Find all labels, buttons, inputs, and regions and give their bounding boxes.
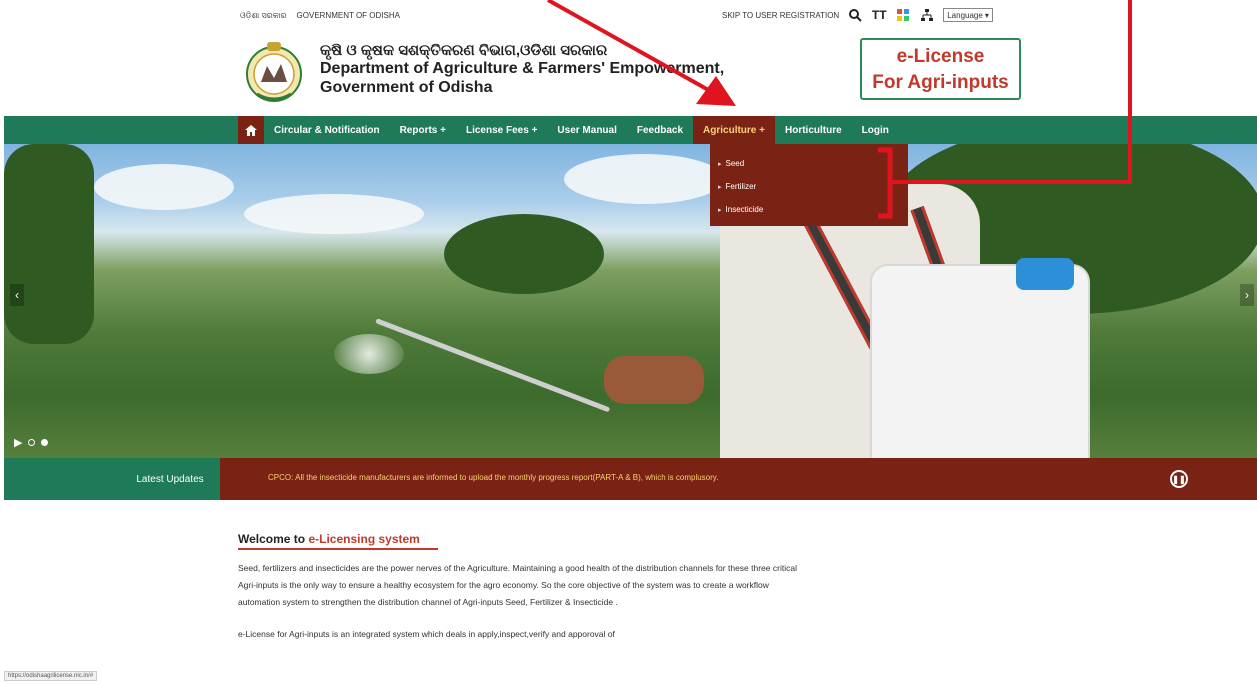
hero-slider: ‹ › xyxy=(4,144,1257,458)
chevron-right-icon[interactable]: › xyxy=(1240,284,1254,306)
home-icon[interactable] xyxy=(238,116,264,144)
welcome-section: Welcome to e-Licensing system Seed, fert… xyxy=(238,532,798,643)
department-title: କୃଷି ଓ କୃଷକ ସଶକ୍ତିକରଣ ବିଭାଗ,ଓଡିଶା ସରକାର … xyxy=(320,42,724,97)
chevron-left-icon[interactable]: ‹ xyxy=(10,284,24,306)
skip-to-registration-link[interactable]: SKIP TO USER REGISTRATION xyxy=(722,11,839,20)
nav-item-horticulture[interactable]: Horticulture xyxy=(775,116,852,144)
language-select[interactable]: Language ▾ xyxy=(943,8,993,22)
odia-government-link[interactable]: ଓଡ଼ିଶା ସରକାର xyxy=(240,11,287,21)
updates-ticker: CPCO: All the insecticide manufacturers … xyxy=(220,458,1257,500)
language-select-label: Language xyxy=(947,10,983,20)
nav-item-login[interactable]: Login xyxy=(852,116,899,144)
play-icon[interactable]: ▶ xyxy=(14,436,22,449)
site-header: କୃଷି ଓ କୃଷକ ସଶକ୍ତିକରଣ ବିଭାଗ,ଓଡିଶା ସରକାର … xyxy=(0,34,1257,116)
status-bar-url: https://odishaagrilicense.nic.in/# xyxy=(4,671,98,681)
main-navigation: Circular & Notification Reports + Licens… xyxy=(4,116,1257,144)
pause-icon[interactable]: ❚❚ xyxy=(1170,470,1188,488)
odisha-emblem-logo xyxy=(243,38,305,106)
nav-item-reports[interactable]: Reports + xyxy=(390,116,456,144)
bullet-icon: ▸ xyxy=(718,183,722,191)
hero-spray xyxy=(334,334,404,374)
nav-item-license-fees[interactable]: License Fees + xyxy=(456,116,547,144)
ticker-text[interactable]: CPCO: All the insecticide manufacturers … xyxy=(268,473,718,482)
elicense-logo-line1: e-License xyxy=(896,46,985,67)
welcome-paragraph-2: e-License for Agri-inputs is an integrat… xyxy=(238,629,615,639)
hero-sprayer-tank xyxy=(870,264,1090,458)
nav-item-user-manual[interactable]: User Manual xyxy=(547,116,626,144)
top-left-links: ଓଡ଼ିଶା ସରକାର GOVERNMENT OF ODISHA xyxy=(240,11,400,21)
hero-hand xyxy=(604,356,704,404)
welcome-heading-prefix: Welcome to xyxy=(238,532,306,546)
sitemap-icon[interactable] xyxy=(919,7,935,23)
bullet-icon: ▸ xyxy=(718,160,722,168)
hero-sprayer-cap xyxy=(1016,258,1074,290)
top-utility-bar: ଓଡ଼ିଶା ସରକାର GOVERNMENT OF ODISHA SKIP T… xyxy=(0,0,1257,34)
search-icon[interactable] xyxy=(847,7,863,23)
slider-controls: ▶ xyxy=(14,436,49,449)
hero-spray-wand xyxy=(375,318,611,413)
text-size-icon[interactable]: TT xyxy=(871,7,887,23)
welcome-paragraph-1: Seed, fertilizers and insecticides are t… xyxy=(238,563,797,607)
elicense-logo-line2: For Agri-inputs xyxy=(872,72,1009,93)
hero-tree xyxy=(444,214,604,294)
nav-item-circular-notification[interactable]: Circular & Notification xyxy=(264,116,390,144)
department-title-english-line2: Government of Odisha xyxy=(320,79,493,96)
hero-cloud xyxy=(244,194,424,234)
dropdown-item-insecticide[interactable]: ▸ Insecticide xyxy=(710,198,908,221)
color-contrast-icon[interactable] xyxy=(895,7,911,23)
dropdown-item-label: Seed xyxy=(725,159,745,168)
dropdown-item-fertilizer[interactable]: ▸ Fertilizer xyxy=(710,175,908,198)
elicense-logo: e-License For Agri-inputs xyxy=(860,38,1021,100)
department-title-odia: କୃଷି ଓ କୃଷକ ସଶକ୍ତିକରଣ ବିଭାଗ,ଓଡିଶା ସରକାର xyxy=(320,42,608,59)
government-of-odisha-link[interactable]: GOVERNMENT OF ODISHA xyxy=(297,11,400,21)
slide-dot[interactable] xyxy=(28,439,36,446)
dropdown-item-label: Insecticide xyxy=(725,205,764,214)
chevron-down-icon: ▾ xyxy=(984,10,989,20)
welcome-heading: Welcome to e-Licensing system xyxy=(238,532,798,550)
welcome-heading-accent: e-Licensing system xyxy=(308,532,420,546)
dropdown-item-label: Fertilizer xyxy=(725,182,757,191)
hero-cloud xyxy=(94,164,234,210)
slide-dot-active[interactable] xyxy=(41,439,49,446)
nav-item-feedback[interactable]: Feedback xyxy=(627,116,693,144)
dropdown-item-seed[interactable]: ▸ Seed xyxy=(710,152,908,175)
hero-tree xyxy=(4,144,94,344)
latest-updates-bar: Latest Updates CPCO: All the insecticide… xyxy=(4,458,1257,500)
hero-cloud xyxy=(564,154,724,204)
latest-updates-label: Latest Updates xyxy=(136,473,204,485)
agriculture-dropdown-menu: ▸ Seed ▸ Fertilizer ▸ Insecticide xyxy=(710,144,908,226)
department-title-english-line1: Department of Agriculture & Farmers' Emp… xyxy=(320,60,725,77)
accessibility-tools: SKIP TO USER REGISTRATION TT Language ▾ xyxy=(722,7,993,23)
bullet-icon: ▸ xyxy=(718,206,722,214)
nav-item-agriculture[interactable]: Agriculture + xyxy=(693,116,775,144)
heading-underline xyxy=(238,548,438,550)
